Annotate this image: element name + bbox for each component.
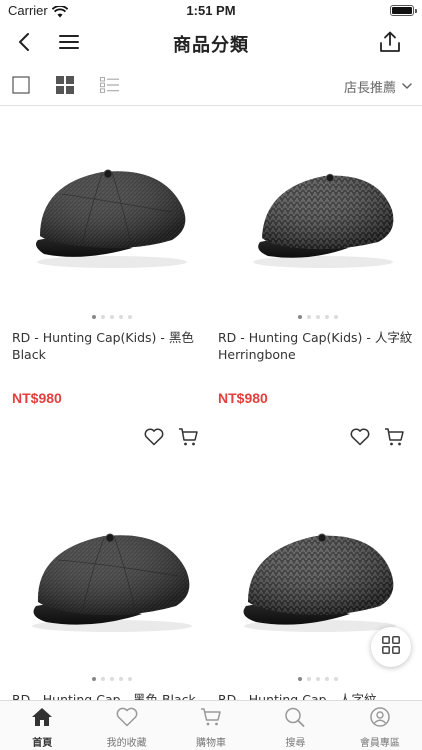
product-image[interactable] bbox=[12, 119, 212, 309]
add-to-cart-button[interactable] bbox=[382, 427, 406, 451]
heart-icon bbox=[144, 428, 164, 450]
tab-label: 搜尋 bbox=[285, 738, 306, 749]
carousel-dot bbox=[334, 677, 338, 681]
list-icon bbox=[100, 77, 120, 97]
single-view-button[interactable] bbox=[11, 76, 31, 98]
carousel-dots bbox=[12, 315, 212, 321]
product-name[interactable]: RD - Hunting Cap(Kids) - 人字紋 Herringbone bbox=[218, 329, 418, 369]
carousel-dot bbox=[128, 677, 132, 681]
product-grid: RD - Hunting Cap(Kids) - 黑色 Black NT$980 bbox=[0, 107, 422, 700]
square-icon bbox=[12, 76, 30, 98]
carousel-dots bbox=[12, 677, 212, 683]
cart-icon bbox=[384, 427, 404, 451]
carousel-dot bbox=[110, 315, 114, 319]
favorite-button[interactable] bbox=[142, 427, 166, 451]
nav-bar: 商品分類 bbox=[0, 22, 422, 66]
carousel-dot bbox=[119, 677, 123, 681]
search-icon bbox=[284, 707, 306, 731]
share-button[interactable] bbox=[374, 28, 406, 60]
product-name[interactable]: RD - Hunting Cap(Kids) - 黑色 Black bbox=[12, 329, 212, 369]
carousel-dot bbox=[307, 315, 311, 319]
carousel-dot bbox=[316, 315, 320, 319]
home-icon bbox=[31, 707, 53, 731]
battery-icon bbox=[390, 5, 417, 16]
carousel-dot bbox=[298, 677, 302, 681]
product-card[interactable]: RD - Hunting Cap - 黑色 Black bbox=[12, 481, 212, 700]
carousel-dots bbox=[218, 315, 418, 321]
carousel-dot bbox=[101, 677, 105, 681]
product-image[interactable] bbox=[12, 481, 212, 671]
status-bar: Carrier 1:51 PM bbox=[0, 0, 422, 22]
product-price: NT$980 bbox=[12, 390, 62, 406]
product-card[interactable]: RD - Hunting Cap(Kids) - 黑色 Black NT$980 bbox=[12, 119, 212, 406]
carousel-dot bbox=[101, 315, 105, 319]
carousel-dot bbox=[298, 315, 302, 319]
page-title: 商品分類 bbox=[173, 35, 249, 56]
floating-menu-button[interactable] bbox=[371, 627, 411, 667]
carousel-dots bbox=[218, 677, 418, 683]
tab-label: 會員專區 bbox=[359, 738, 400, 749]
carousel-dot bbox=[325, 677, 329, 681]
tab-favorites[interactable]: 我的收藏 bbox=[84, 701, 168, 750]
grid-icon bbox=[56, 76, 74, 98]
tab-cart[interactable]: 購物車 bbox=[169, 701, 253, 750]
carousel-dot bbox=[325, 315, 329, 319]
tab-label: 我的收藏 bbox=[106, 738, 147, 749]
cart-icon bbox=[178, 427, 198, 451]
card-actions bbox=[142, 427, 202, 451]
grid-view-button[interactable] bbox=[55, 76, 75, 98]
sort-label: 店長推薦 bbox=[343, 81, 396, 96]
carousel-dot bbox=[128, 315, 132, 319]
product-price: NT$980 bbox=[218, 390, 268, 406]
heart-icon bbox=[116, 707, 138, 731]
carousel-dot bbox=[334, 315, 338, 319]
list-view-button[interactable] bbox=[100, 77, 120, 97]
clock: 1:51 PM bbox=[186, 3, 236, 18]
cart-icon bbox=[200, 707, 222, 731]
tab-home[interactable]: 首頁 bbox=[0, 701, 84, 750]
heart-icon bbox=[350, 428, 370, 450]
tab-member[interactable]: 會員專區 bbox=[338, 701, 422, 750]
user-icon bbox=[369, 707, 391, 731]
add-to-cart-button[interactable] bbox=[176, 427, 200, 451]
carousel-dot bbox=[119, 315, 123, 319]
view-toolbar: 店長推薦 bbox=[0, 68, 422, 106]
product-name[interactable]: RD - Hunting Cap - 黑色 Black bbox=[12, 691, 212, 700]
product-name[interactable]: RD - Hunting Cap - 人字紋 bbox=[218, 691, 418, 700]
tab-label: 首頁 bbox=[32, 738, 53, 749]
carousel-dot bbox=[307, 677, 311, 681]
product-card[interactable]: RD - Hunting Cap(Kids) - 人字紋 Herringbone… bbox=[218, 119, 418, 406]
product-image[interactable] bbox=[218, 119, 418, 309]
favorite-button[interactable] bbox=[348, 427, 372, 451]
card-actions bbox=[348, 427, 408, 451]
carousel-dot bbox=[92, 677, 96, 681]
sort-dropdown[interactable]: 店長推薦 bbox=[344, 77, 412, 96]
share-icon bbox=[379, 31, 401, 57]
carousel-dot bbox=[92, 315, 96, 319]
tab-bar: 首頁 我的收藏 購物車 搜尋 會員專區 bbox=[0, 700, 422, 750]
product-card[interactable]: RD - Hunting Cap - 人字紋 bbox=[218, 481, 418, 700]
tab-label: 購物車 bbox=[196, 738, 227, 749]
grid-icon bbox=[382, 636, 400, 658]
tab-search[interactable]: 搜尋 bbox=[253, 701, 337, 750]
chevron-down-icon bbox=[402, 79, 412, 94]
carousel-dot bbox=[110, 677, 114, 681]
carousel-dot bbox=[316, 677, 320, 681]
